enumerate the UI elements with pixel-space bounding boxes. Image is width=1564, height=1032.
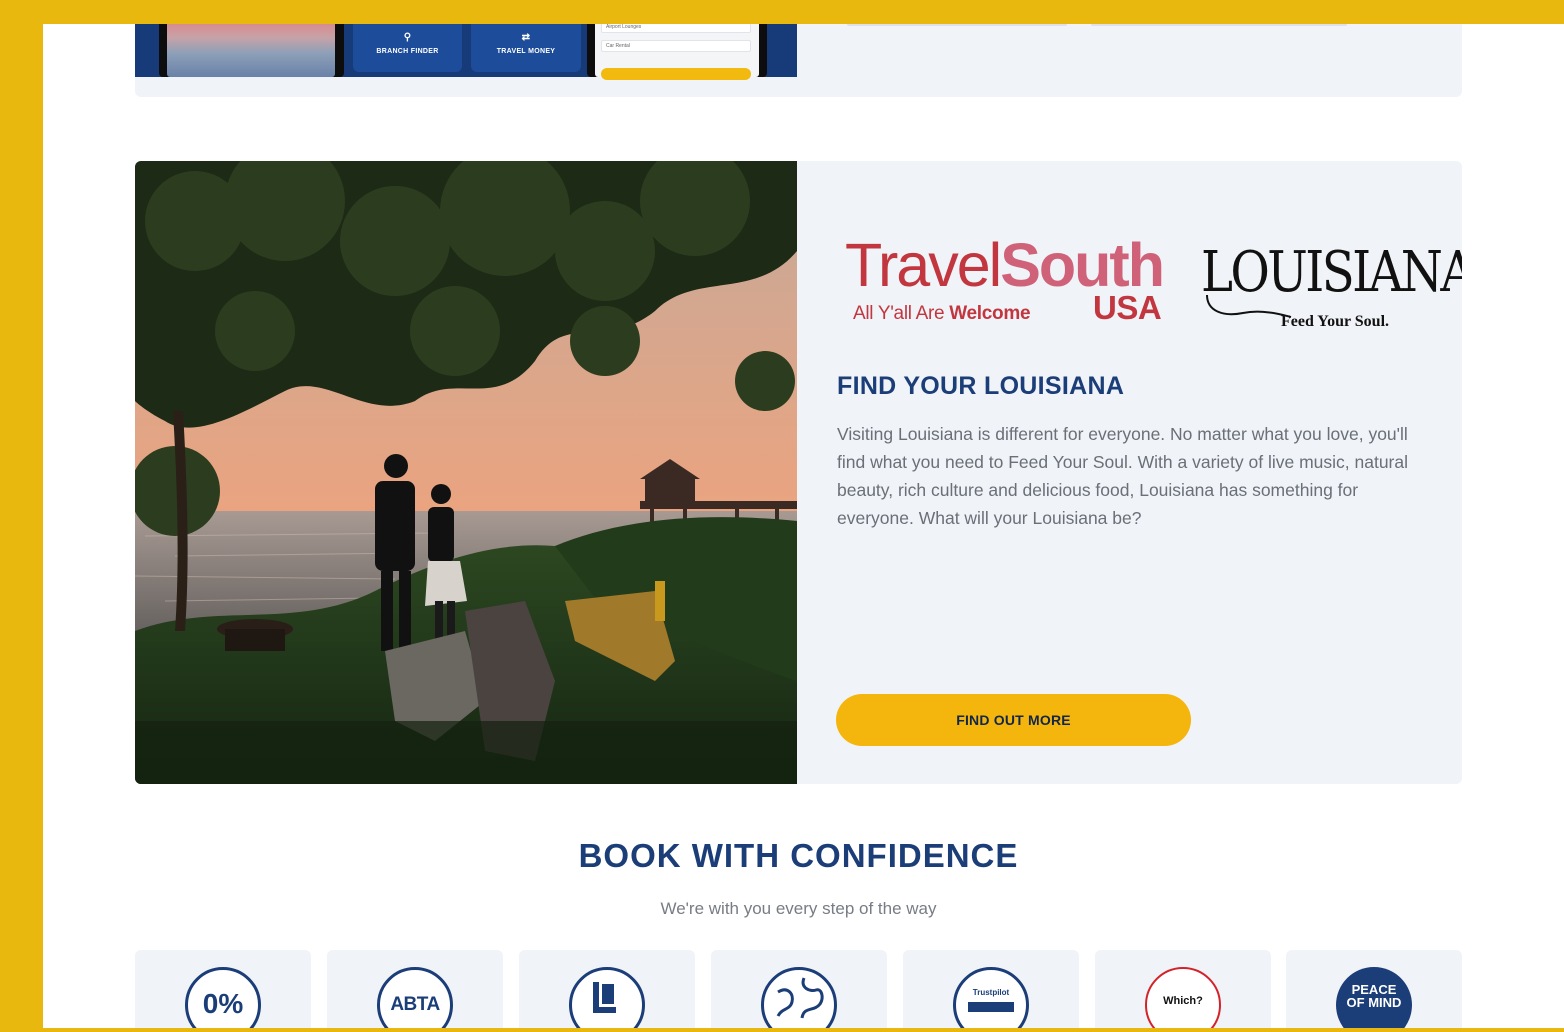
peace-of-mind-icon: PEACE OF MIND xyxy=(1336,967,1412,1028)
page: ⚲ BRANCH FINDER ⇄ TRAVEL MONEY Airport L… xyxy=(43,24,1564,1028)
abta-icon: ABTA xyxy=(377,967,453,1028)
feature-description: Visiting Louisiana is different for ever… xyxy=(837,424,1409,528)
badge-card[interactable]: ABTA xyxy=(327,950,503,1028)
badge-card[interactable] xyxy=(711,950,887,1028)
app-promo-section: ⚲ BRANCH FINDER ⇄ TRAVEL MONEY Airport L… xyxy=(135,24,1462,97)
confidence-badges: 0% ABTA Trustpilot Which? PEACE OF MIND xyxy=(135,950,1462,1028)
globe-icon xyxy=(761,967,837,1028)
phone-mockup xyxy=(159,24,344,77)
louisiana-feature-card: TravelSouth All Y'all Are Welcome USA LO… xyxy=(135,161,1462,784)
app-store-button[interactable] xyxy=(847,24,1067,26)
travelsouth-tagline: All Y'all Are Welcome xyxy=(853,303,1031,324)
phone-row: Airport Lounges xyxy=(601,24,751,33)
trustpilot-icon: Trustpilot xyxy=(953,967,1029,1028)
phone-mockup: Airport Lounges Car Rental xyxy=(587,24,767,80)
feature-heading: FIND YOUR LOUISIANA xyxy=(837,372,1125,400)
badge-card[interactable] xyxy=(519,950,695,1028)
google-play-button[interactable] xyxy=(1091,24,1347,26)
louisiana-tagline: Feed Your Soul. xyxy=(1281,313,1390,330)
travel-money-tile[interactable]: ⇄ TRAVEL MONEY xyxy=(471,24,581,72)
partner-logos: TravelSouth All Y'all Are Welcome USA LO… xyxy=(841,231,1462,333)
location-pin-icon: ⚲ xyxy=(403,32,412,43)
branch-finder-tile[interactable]: ⚲ BRANCH FINDER xyxy=(353,24,462,72)
phone-button xyxy=(601,68,751,80)
badge-card[interactable]: PEACE OF MIND xyxy=(1286,950,1462,1028)
zero-percent-icon: 0% xyxy=(185,967,261,1028)
find-out-more-button[interactable]: FIND OUT MORE xyxy=(836,694,1191,746)
travelsouth-logo: TravelSouth xyxy=(845,231,1165,299)
which-icon: Which? xyxy=(1145,967,1221,1028)
travelsouth-usa: USA xyxy=(1093,289,1162,326)
branch-finder-label: BRANCH FINDER xyxy=(376,48,439,55)
phone-row: Car Rental xyxy=(601,40,751,52)
currency-icon: ⇄ xyxy=(521,32,531,43)
app-promo-image: ⚲ BRANCH FINDER ⇄ TRAVEL MONEY Airport L… xyxy=(135,24,797,80)
badge-card[interactable]: Trustpilot xyxy=(903,950,1079,1028)
badge-card[interactable]: 0% xyxy=(135,950,311,1028)
louisiana-swash-icon xyxy=(1206,294,1292,318)
travel-money-label: TRAVEL MONEY xyxy=(496,48,556,55)
confidence-title: BOOK WITH CONFIDENCE xyxy=(578,837,1019,874)
atol-icon xyxy=(569,967,645,1028)
feature-content: TravelSouth All Y'all Are Welcome USA LO… xyxy=(797,161,1462,784)
louisiana-photo xyxy=(135,161,797,784)
badge-card[interactable]: Which? xyxy=(1095,950,1271,1028)
confidence-subtitle: We're with you every step of the way xyxy=(660,899,937,918)
